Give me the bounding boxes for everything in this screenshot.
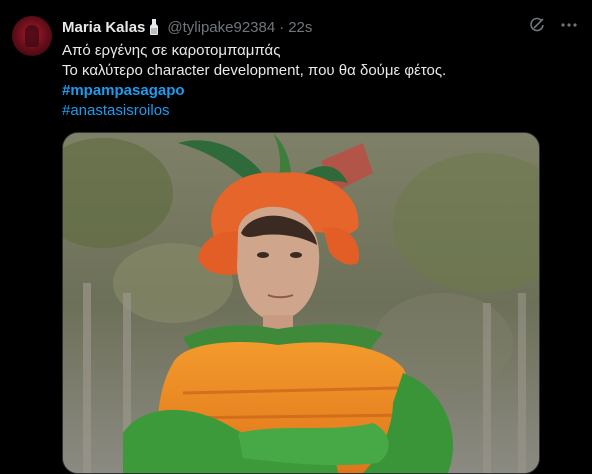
grok-icon[interactable] bbox=[526, 14, 548, 36]
avatar[interactable] bbox=[12, 16, 52, 56]
tweet-time[interactable]: 22s bbox=[288, 19, 312, 36]
tweet-text: Από εργένης σε καροτομπαμπάς Το καλύτερο… bbox=[62, 41, 582, 121]
tweet-actions bbox=[526, 14, 580, 36]
author-handle[interactable]: @tylipake92384 bbox=[167, 19, 275, 36]
hashtag-link[interactable]: #anastasisroilos bbox=[62, 102, 170, 119]
more-icon[interactable] bbox=[558, 14, 580, 36]
tweet-media-photo[interactable] bbox=[62, 132, 540, 474]
tweet-line: Από εργένης σε καροτομπαμπάς bbox=[62, 42, 281, 59]
milk-bottle-icon bbox=[150, 19, 159, 35]
tweet-line: Το καλύτερο character development, που θ… bbox=[62, 62, 447, 79]
hashtag-link[interactable]: #mpampasagapo bbox=[62, 82, 185, 99]
separator-dot: · bbox=[279, 18, 285, 36]
author-name[interactable]: Maria Kalas bbox=[62, 19, 145, 36]
tweet[interactable]: Maria Kalas @tylipake92384 · 22s Από εργ… bbox=[0, 0, 592, 474]
tweet-header: Maria Kalas @tylipake92384 · 22s bbox=[62, 17, 312, 37]
